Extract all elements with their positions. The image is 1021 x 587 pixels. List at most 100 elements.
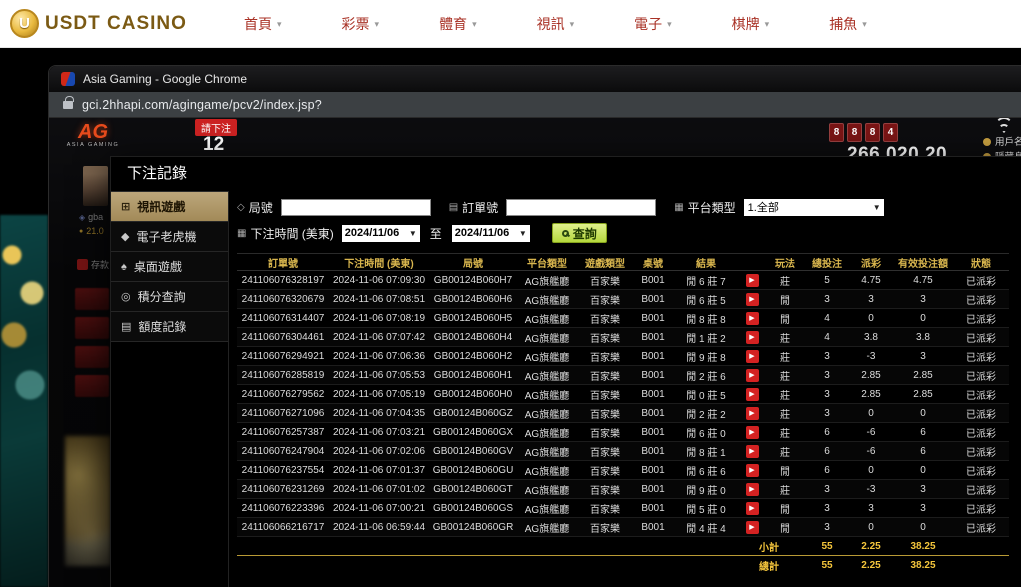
table-row: 2411060762949212024-11-06 07:06:36GB0012… xyxy=(237,347,1009,366)
play-video-button[interactable]: ▶ xyxy=(746,521,759,534)
col-header-5: 桌號 xyxy=(633,254,673,271)
cell-time: 2024-11-06 07:05:19 xyxy=(329,385,429,404)
url-text: gci.2hhapi.com/agingame/pcv2/index.jsp? xyxy=(82,98,322,112)
cell-status: 已派彩 xyxy=(953,271,1009,290)
cell-valid-bet: 0 xyxy=(893,461,953,480)
nav-item-fishing[interactable]: 捕魚▾ xyxy=(829,14,867,34)
cell-total-bet: 3 xyxy=(805,499,849,518)
dialog-body: ⊞視訊遊戲◆電子老虎機♠桌面遊戲◎積分查詢▤額度記錄 ◇ 局號 ▤ 訂單號 xyxy=(111,191,1021,587)
cell-order: 241106076271096 xyxy=(237,404,329,423)
subtotal-status-blank xyxy=(953,537,1009,556)
slot-machines-icon: ◆ xyxy=(121,230,129,243)
cell-table: B001 xyxy=(633,385,673,404)
play-video-button[interactable]: ▶ xyxy=(746,407,759,420)
nav-item-home[interactable]: 首頁▾ xyxy=(244,14,282,34)
cell-result: 閒 1 莊 2 xyxy=(673,328,739,347)
cell-game: 百家樂 xyxy=(577,461,633,480)
play-video-button[interactable]: ▶ xyxy=(746,464,759,477)
nav-item-sports[interactable]: 體育▾ xyxy=(439,14,477,34)
cell-result: 閒 4 莊 4 xyxy=(673,518,739,537)
card-tile: 4 xyxy=(883,123,898,142)
cell-order: 241106076285819 xyxy=(237,366,329,385)
cell-play: ▶ xyxy=(739,442,765,461)
grand-total-total-bet: 55 xyxy=(805,556,849,575)
cell-play: ▶ xyxy=(739,347,765,366)
play-video-button[interactable]: ▶ xyxy=(746,388,759,401)
cell-time: 2024-11-06 07:06:36 xyxy=(329,347,429,366)
cell-platform: AG旗艦廳 xyxy=(517,366,577,385)
play-video-button[interactable]: ▶ xyxy=(746,293,759,306)
chevron-down-icon: ▾ xyxy=(570,19,575,30)
browser-content: AG ASIA GAMING 請下注 12 8884 266.020.20 用戶… xyxy=(49,118,1021,587)
cell-total-bet: 3 xyxy=(805,290,849,309)
nav-item-label: 棋牌 xyxy=(732,14,760,34)
cell-play: ▶ xyxy=(739,461,765,480)
cell-time: 2024-11-06 06:59:44 xyxy=(329,518,429,537)
cell-table: B001 xyxy=(633,366,673,385)
play-video-button[interactable]: ▶ xyxy=(746,426,759,439)
menu-item-credit-records[interactable]: ▤額度記錄 xyxy=(111,312,228,342)
nav-item-live[interactable]: 視訊▾ xyxy=(537,14,575,34)
cell-bet-on: 莊 xyxy=(765,366,805,385)
caret-down-icon: ▼ xyxy=(519,229,527,238)
to-label: 至 xyxy=(430,225,442,242)
cell-status: 已派彩 xyxy=(953,385,1009,404)
lock-icon xyxy=(63,101,73,109)
menu-item-slot-machines[interactable]: ◆電子老虎機 xyxy=(111,222,228,252)
col-header-4: 遊戲類型 xyxy=(577,254,633,271)
play-video-button[interactable]: ▶ xyxy=(746,350,759,363)
cell-result: 閒 0 莊 5 xyxy=(673,385,739,404)
cell-round: GB00124B060H6 xyxy=(429,290,517,309)
subtotal-payout: 2.25 xyxy=(849,537,893,556)
cell-table: B001 xyxy=(633,271,673,290)
table-row: 2411060763281972024-11-06 07:09:30GB0012… xyxy=(237,271,1009,290)
nav-item-lottery[interactable]: 彩票▾ xyxy=(342,14,380,34)
play-video-button[interactable]: ▶ xyxy=(746,369,759,382)
round-number-input[interactable] xyxy=(281,199,431,216)
cell-valid-bet: 4.75 xyxy=(893,271,953,290)
play-video-button[interactable]: ▶ xyxy=(746,445,759,458)
cell-platform: AG旗艦廳 xyxy=(517,404,577,423)
play-video-button[interactable]: ▶ xyxy=(746,312,759,325)
date-to-picker[interactable]: 2024/11/06 ▼ xyxy=(452,225,530,242)
order-number-input[interactable] xyxy=(506,199,656,216)
menu-item-table-games[interactable]: ♠桌面遊戲 xyxy=(111,252,228,282)
cell-valid-bet: 3.8 xyxy=(893,328,953,347)
search-button[interactable]: 查詢 xyxy=(552,223,607,243)
cell-result: 閒 6 莊 5 xyxy=(673,290,739,309)
nav-item-board-games[interactable]: 棋牌▾ xyxy=(732,14,770,34)
window-title: Asia Gaming - Google Chrome xyxy=(83,72,247,86)
cell-payout: 2.85 xyxy=(849,366,893,385)
play-video-button[interactable]: ▶ xyxy=(746,502,759,515)
cell-platform: AG旗艦廳 xyxy=(517,461,577,480)
cell-round: GB00124B060H7 xyxy=(429,271,517,290)
menu-item-points-query[interactable]: ◎積分查詢 xyxy=(111,282,228,312)
chrome-urlbar[interactable]: gci.2hhapi.com/agingame/pcv2/index.jsp? xyxy=(49,92,1021,118)
cell-play: ▶ xyxy=(739,404,765,423)
date-from-picker[interactable]: 2024/11/06 ▼ xyxy=(342,225,420,242)
order-icon: ▤ xyxy=(449,202,458,213)
cell-play: ▶ xyxy=(739,518,765,537)
subtotal-valid-bet: 38.25 xyxy=(893,537,953,556)
caret-down-icon: ▼ xyxy=(409,229,417,238)
subtotal-total-bet: 55 xyxy=(805,537,849,556)
nav-item-slots[interactable]: 電子▾ xyxy=(634,14,672,34)
table-games-icon: ♠ xyxy=(121,261,127,273)
cell-payout: -3 xyxy=(849,347,893,366)
platform-type-select[interactable]: 1.全部 ▼ xyxy=(744,199,884,216)
play-video-button[interactable]: ▶ xyxy=(746,331,759,344)
cell-table: B001 xyxy=(633,328,673,347)
play-video-button[interactable]: ▶ xyxy=(746,483,759,496)
site-logo[interactable]: U USDT CASINO xyxy=(10,9,187,38)
play-video-button[interactable]: ▶ xyxy=(746,274,759,287)
screen-root: U USDT CASINO 首頁▾彩票▾體育▾視訊▾電子▾棋牌▾捕魚▾ Asia… xyxy=(0,0,1021,587)
cell-order: 241106076328197 xyxy=(237,271,329,290)
menu-item-video-games[interactable]: ⊞視訊遊戲 xyxy=(111,192,228,222)
cell-table: B001 xyxy=(633,347,673,366)
cell-status: 已派彩 xyxy=(953,480,1009,499)
table-row: 2411060763044612024-11-06 07:07:42GB0012… xyxy=(237,328,1009,347)
cell-status: 已派彩 xyxy=(953,290,1009,309)
date-from-value: 2024/11/06 xyxy=(345,227,399,239)
cell-result: 閒 9 莊 8 xyxy=(673,347,739,366)
cell-order: 241106076314407 xyxy=(237,309,329,328)
